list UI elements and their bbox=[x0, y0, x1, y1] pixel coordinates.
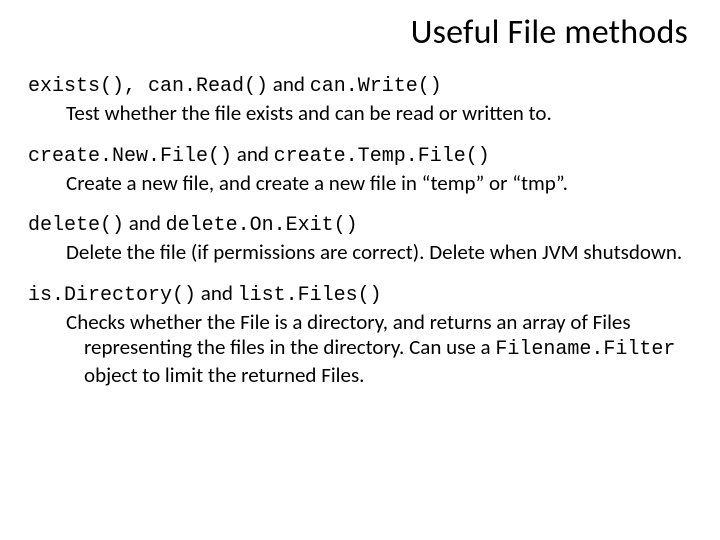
slide: Useful File methods exists(), can.Read()… bbox=[0, 0, 720, 540]
desc-isdirectory: Checks whether the File is a directory, … bbox=[66, 310, 692, 389]
page-title: Useful File methods bbox=[28, 12, 688, 53]
section-isdirectory: is.Directory() and list.Files() Checks w… bbox=[28, 280, 692, 389]
heading-exists: exists(), can.Read() and can.Write() bbox=[28, 71, 692, 99]
heading-delete: delete() and delete.On.Exit() bbox=[28, 210, 692, 238]
section-create: create.New.File() and create.Temp.File()… bbox=[28, 141, 692, 197]
desc-exists: Test whether the file exists and can be … bbox=[66, 101, 692, 127]
desc-isdirectory-post: object to limit the returned Files. bbox=[84, 362, 364, 388]
code-exists: exists() bbox=[28, 75, 124, 98]
code-isdirectory: is.Directory() bbox=[28, 284, 196, 307]
section-delete: delete() and delete.On.Exit() Delete the… bbox=[28, 210, 692, 266]
join-and-3: and bbox=[124, 210, 166, 236]
code-deleteonexit: delete.On.Exit() bbox=[166, 214, 358, 237]
join-and-2: and bbox=[232, 141, 274, 167]
code-canread: can.Read() bbox=[148, 75, 268, 98]
join-and-4: and bbox=[196, 280, 238, 306]
section-exists: exists(), can.Read() and can.Write() Tes… bbox=[28, 71, 692, 127]
code-createnewfile: create.New.File() bbox=[28, 145, 232, 168]
heading-isdirectory: is.Directory() and list.Files() bbox=[28, 280, 692, 308]
code-delete: delete() bbox=[28, 214, 124, 237]
code-canwrite: can.Write() bbox=[310, 75, 442, 98]
code-listfiles: list.Files() bbox=[238, 284, 382, 307]
code-filenamefilter: Filename.Filter bbox=[495, 338, 675, 361]
join-and-1: and bbox=[268, 71, 310, 97]
desc-delete: Delete the file (if permissions are corr… bbox=[66, 240, 692, 266]
code-createtempfile: create.Temp.File() bbox=[274, 145, 490, 168]
heading-create: create.New.File() and create.Temp.File() bbox=[28, 141, 692, 169]
sep-comma: , bbox=[124, 75, 148, 98]
desc-create: Create a new file, and create a new file… bbox=[66, 171, 692, 197]
